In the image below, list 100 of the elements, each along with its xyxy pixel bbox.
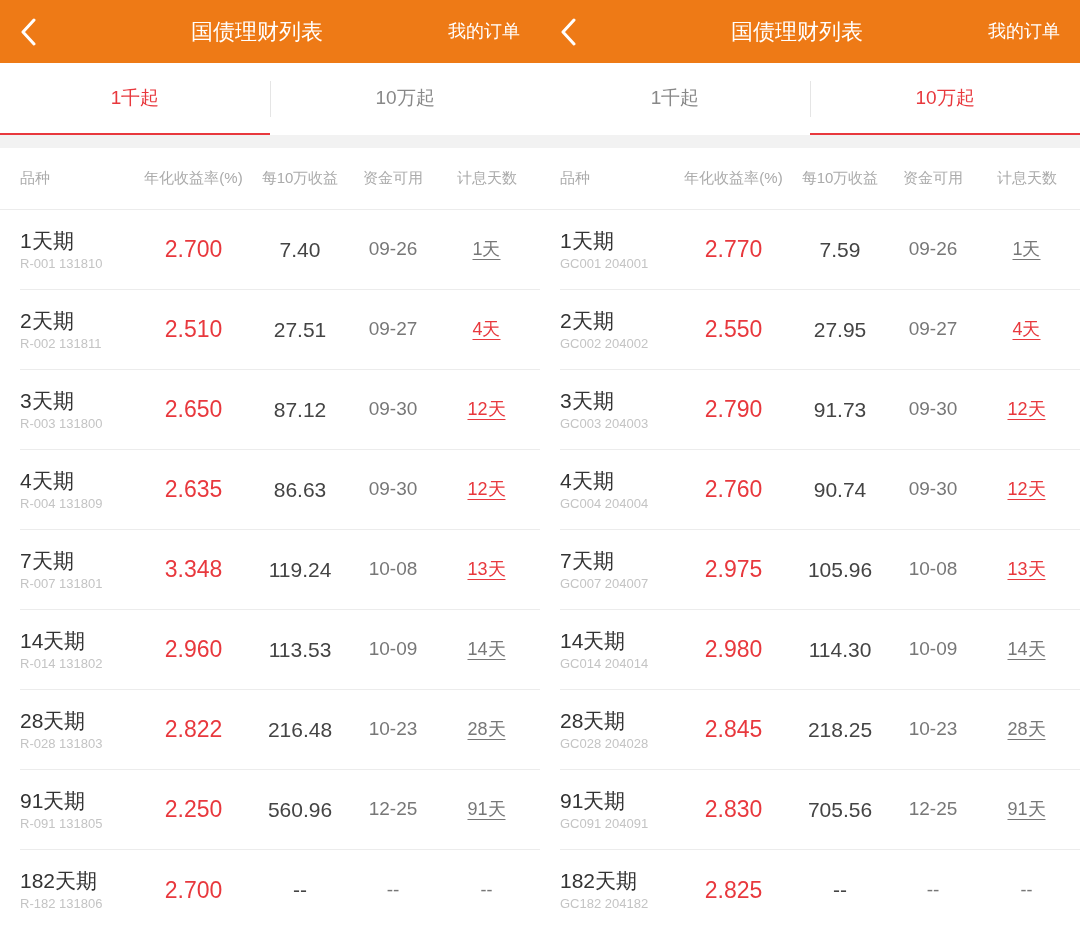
income-value: 86.63 bbox=[273, 476, 327, 503]
product-code: R-028 131803 bbox=[20, 734, 103, 753]
income-value: 218.25 bbox=[807, 716, 873, 743]
product-code: R-091 131805 bbox=[20, 814, 103, 833]
yield-rate: 2.650 bbox=[164, 395, 223, 425]
income-value: 27.51 bbox=[273, 316, 327, 343]
available-date: 10-08 bbox=[908, 557, 958, 582]
available-date: -- bbox=[386, 877, 400, 902]
product-code: R-004 131809 bbox=[20, 494, 103, 513]
product-code: R-014 131802 bbox=[20, 654, 103, 673]
back-icon[interactable] bbox=[20, 17, 36, 46]
back-icon[interactable] bbox=[560, 17, 576, 46]
column-header: 品种 bbox=[20, 168, 50, 189]
term-name: 91天期 bbox=[560, 787, 627, 814]
income-value: 216.48 bbox=[267, 716, 333, 743]
product-code: GC004 204004 bbox=[560, 494, 649, 513]
product-code: GC028 204028 bbox=[560, 734, 649, 753]
available-date: 09-30 bbox=[368, 397, 418, 422]
days-link[interactable]: 14天 bbox=[467, 636, 506, 663]
income-value: -- bbox=[293, 877, 307, 904]
available-date: 10-23 bbox=[368, 717, 418, 742]
term-name: 2天期 bbox=[560, 307, 615, 334]
yield-rate: 2.700 bbox=[164, 875, 223, 905]
term-name: 28天期 bbox=[560, 707, 627, 734]
yield-rate: 2.830 bbox=[704, 795, 763, 825]
available-date: 09-26 bbox=[368, 237, 418, 262]
yield-rate: 2.770 bbox=[704, 235, 763, 265]
column-header: 资金可用 bbox=[903, 168, 963, 189]
term-name: 91天期 bbox=[20, 787, 87, 814]
tab[interactable]: 10万起 bbox=[270, 63, 540, 135]
column-header: 年化收益率(%) bbox=[684, 168, 783, 189]
days-link[interactable]: 28天 bbox=[467, 716, 506, 743]
available-date: 10-09 bbox=[368, 637, 418, 662]
days-link[interactable]: 1天 bbox=[472, 236, 501, 263]
available-date: 09-30 bbox=[908, 397, 958, 422]
product-code: GC014 204014 bbox=[560, 654, 649, 673]
income-value: 119.24 bbox=[268, 556, 332, 583]
days-link[interactable]: 1天 bbox=[1012, 236, 1041, 263]
column-header: 品种 bbox=[560, 168, 590, 189]
days-value: -- bbox=[480, 878, 493, 902]
my-orders-link[interactable]: 我的订单 bbox=[988, 18, 1060, 45]
available-date: 09-27 bbox=[908, 317, 958, 342]
income-value: 114.30 bbox=[808, 636, 872, 663]
product-code: GC091 204091 bbox=[560, 814, 649, 833]
yield-rate: 2.975 bbox=[704, 555, 763, 585]
days-link[interactable]: 4天 bbox=[1012, 316, 1041, 343]
yield-rate: 2.760 bbox=[704, 475, 763, 505]
available-date: 10-08 bbox=[368, 557, 418, 582]
income-value: 27.95 bbox=[813, 316, 867, 343]
page-title: 国债理财列表 bbox=[191, 18, 323, 46]
available-date: 12-25 bbox=[908, 797, 958, 822]
term-name: 1天期 bbox=[560, 227, 615, 254]
term-name: 182天期 bbox=[20, 868, 99, 894]
income-value: 7.40 bbox=[279, 236, 321, 263]
income-value: 90.74 bbox=[813, 476, 867, 503]
product-code: GC001 204001 bbox=[560, 254, 649, 273]
product-code: R-002 131811 bbox=[20, 334, 102, 353]
term-name: 7天期 bbox=[560, 547, 615, 574]
column-header: 每10万收益 bbox=[801, 168, 879, 189]
days-link[interactable]: 12天 bbox=[467, 396, 506, 423]
tab[interactable]: 1千起 bbox=[540, 63, 810, 135]
term-name: 14天期 bbox=[560, 627, 627, 654]
days-link[interactable]: 12天 bbox=[1007, 396, 1046, 423]
available-date: 09-30 bbox=[368, 477, 418, 502]
available-date: 09-27 bbox=[368, 317, 418, 342]
available-date: 10-23 bbox=[908, 717, 958, 742]
available-date: -- bbox=[926, 877, 940, 902]
yield-rate: 2.960 bbox=[164, 635, 223, 665]
income-value: 87.12 bbox=[273, 396, 327, 423]
days-link[interactable]: 12天 bbox=[1007, 476, 1046, 503]
days-link[interactable]: 91天 bbox=[1007, 796, 1046, 823]
term-name: 28天期 bbox=[20, 707, 87, 734]
days-value: -- bbox=[1020, 878, 1033, 902]
column-header: 年化收益率(%) bbox=[144, 168, 243, 189]
available-date: 09-30 bbox=[908, 477, 958, 502]
column-header: 计息天数 bbox=[456, 168, 517, 189]
income-value: 7.59 bbox=[819, 236, 861, 263]
term-name: 3天期 bbox=[20, 387, 75, 414]
days-link[interactable]: 13天 bbox=[467, 556, 506, 583]
product-code: GC003 204003 bbox=[560, 414, 649, 433]
yield-rate: 2.700 bbox=[164, 235, 223, 265]
term-name: 14天期 bbox=[20, 627, 87, 654]
income-value: 705.56 bbox=[807, 796, 873, 823]
days-link[interactable]: 12天 bbox=[467, 476, 506, 503]
yield-rate: 3.348 bbox=[164, 555, 223, 585]
days-link[interactable]: 13天 bbox=[1007, 556, 1046, 583]
product-code: GC182 204182 bbox=[560, 895, 649, 913]
term-name: 4天期 bbox=[20, 467, 75, 494]
my-orders-link[interactable]: 我的订单 bbox=[448, 18, 520, 45]
yield-rate: 2.822 bbox=[164, 715, 223, 745]
days-link[interactable]: 4天 bbox=[472, 316, 501, 343]
days-link[interactable]: 28天 bbox=[1007, 716, 1046, 743]
income-value: 113.53 bbox=[268, 636, 332, 663]
income-value: 105.96 bbox=[807, 556, 873, 583]
product-code: GC007 204007 bbox=[560, 574, 649, 593]
term-name: 2天期 bbox=[20, 307, 75, 334]
available-date: 09-26 bbox=[908, 237, 958, 262]
product-code: GC002 204002 bbox=[560, 334, 649, 353]
days-link[interactable]: 91天 bbox=[467, 796, 506, 823]
days-link[interactable]: 14天 bbox=[1007, 636, 1046, 663]
